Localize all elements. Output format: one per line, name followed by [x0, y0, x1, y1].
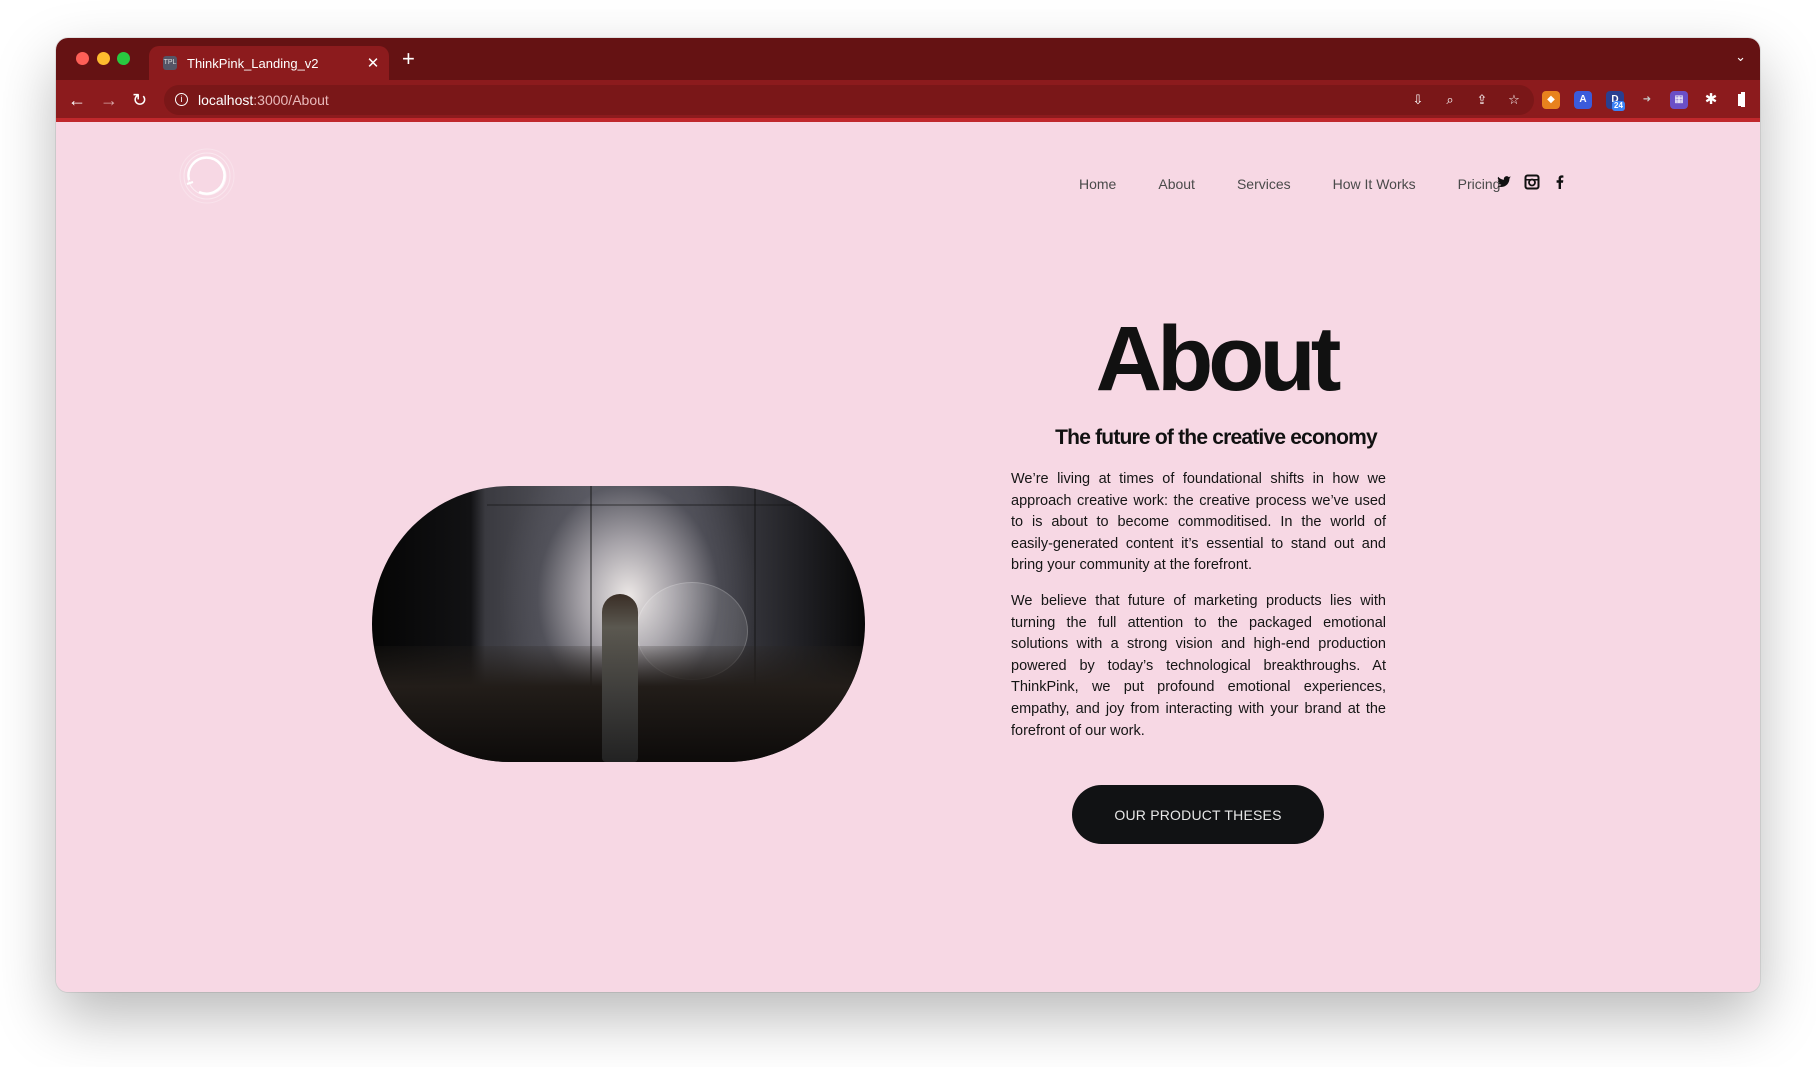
metamask-extension-icon[interactable]: ◆ — [1542, 91, 1560, 109]
minimize-window-button[interactable] — [97, 52, 110, 65]
social-links — [1496, 174, 1568, 190]
nav-how-it-works[interactable]: How It Works — [1333, 176, 1416, 192]
reload-button[interactable]: ↻ — [132, 89, 147, 111]
site-info-icon[interactable]: i — [175, 93, 188, 106]
browser-toolbar: ← → ↻ i localhost:3000/About ⇩ ⌕ ⇪ ☆ ◆ A… — [56, 80, 1760, 122]
nav-home[interactable]: Home — [1079, 176, 1116, 192]
nav-pricing[interactable]: Pricing — [1458, 176, 1501, 192]
tab-strip: TPL ThinkPink_Landing_v2 ✕ + ⌄ — [56, 38, 1760, 80]
bookmark-star-icon[interactable]: ☆ — [1506, 92, 1522, 108]
instagram-icon[interactable] — [1524, 174, 1540, 190]
url-host: localhost — [198, 92, 254, 108]
tab-close-icon[interactable]: ✕ — [361, 54, 385, 72]
share-icon[interactable]: ⇪ — [1474, 92, 1490, 108]
zoom-icon[interactable]: ⌕ — [1442, 92, 1458, 108]
active-tab[interactable]: TPL ThinkPink_Landing_v2 ✕ — [149, 46, 389, 80]
page-subtitle: The future of the creative economy — [1055, 426, 1378, 449]
product-theses-button[interactable]: OUR PRODUCT THESES — [1072, 785, 1324, 844]
extension-badge: 24 — [1612, 101, 1625, 111]
twitter-icon[interactable] — [1496, 174, 1512, 190]
page-content: Home About Services How It Works Pricing — [56, 122, 1760, 992]
forward-button[interactable]: → — [100, 89, 118, 111]
url-text[interactable]: localhost:3000/About — [198, 92, 329, 108]
tab-search-chevron-icon[interactable]: ⌄ — [1735, 49, 1746, 65]
a-extension-icon[interactable]: A — [1574, 91, 1592, 109]
facebook-icon[interactable] — [1552, 174, 1568, 190]
tab-title: ThinkPink_Landing_v2 — [187, 55, 319, 71]
url-path: :3000/About — [253, 92, 329, 108]
favicon-icon: TPL — [163, 56, 177, 70]
about-paragraph-2: We believe that future of marketing prod… — [1011, 593, 1386, 739]
site-navigation: Home About Services How It Works Pricing — [1079, 176, 1542, 192]
address-bar[interactable]: i localhost:3000/About ⇩ ⌕ ⇪ ☆ — [164, 85, 1534, 115]
grid-extension-icon[interactable]: ▦ — [1670, 91, 1688, 109]
arrow-extension-icon[interactable]: ➜ — [1638, 91, 1656, 109]
new-tab-button[interactable]: + — [402, 47, 415, 71]
hero-photo — [372, 486, 865, 762]
install-app-icon[interactable]: ⇩ — [1410, 92, 1426, 108]
extensions-puzzle-icon[interactable]: ✱ — [1702, 91, 1720, 109]
thinkpink-logo-icon[interactable] — [175, 146, 235, 206]
browser-window: TPL ThinkPink_Landing_v2 ✕ + ⌄ ← → ↻ i l… — [56, 38, 1760, 992]
about-paragraph-1: We’re living at times of foundational sh… — [1011, 471, 1386, 574]
maximize-window-button[interactable] — [117, 52, 130, 65]
document-extension-icon[interactable]: D 24 — [1606, 91, 1625, 111]
close-window-button[interactable] — [76, 52, 89, 65]
side-panel-icon[interactable] — [1734, 91, 1752, 109]
nav-services[interactable]: Services — [1237, 176, 1291, 192]
nav-about[interactable]: About — [1158, 176, 1195, 192]
back-button[interactable]: ← — [68, 89, 86, 111]
page-title: About — [1095, 308, 1342, 410]
